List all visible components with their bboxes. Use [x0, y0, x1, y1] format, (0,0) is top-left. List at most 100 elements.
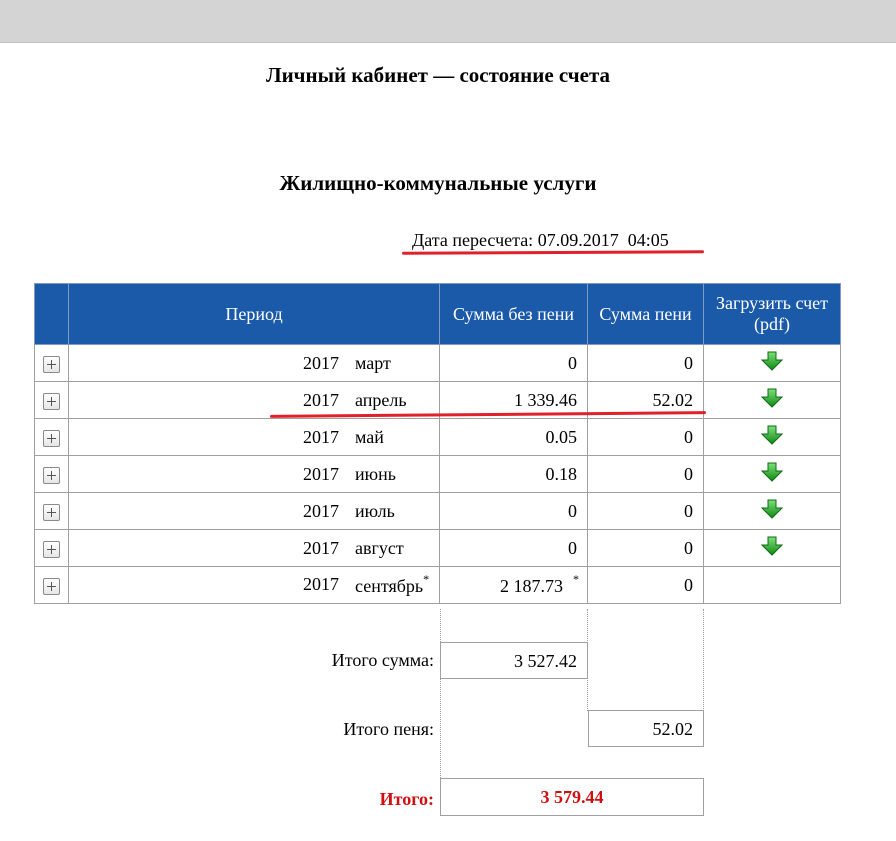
header-period: Период — [68, 283, 440, 345]
sum-value: 0 — [568, 501, 587, 521]
grand-total-label: Итого: — [379, 789, 434, 809]
sum-value: 0.18 — [546, 464, 588, 484]
table-row: 2017 июнь 0.18 0 — [34, 455, 841, 493]
expand-plus-icon[interactable] — [43, 392, 60, 410]
browser-top-bar — [0, 0, 896, 43]
period-month: май — [355, 427, 431, 448]
period-month-text: сентябрь — [355, 575, 424, 596]
period-cell: 2017 март — [68, 344, 440, 382]
penalty-value: 0 — [684, 352, 693, 373]
month-footnote-mark: * — [423, 571, 430, 586]
table-header-row: Период Сумма без пени Сумма пени Загрузи… — [34, 283, 841, 345]
sum-value-text: 2 187.73 — [500, 575, 563, 596]
download-arrow-icon[interactable] — [760, 499, 784, 524]
table-row: 2017 июль 0 0 — [34, 492, 841, 530]
total-penalty-label: Итого пеня: — [343, 719, 434, 739]
penalty-cell: 0 — [587, 418, 704, 456]
penalty-value: 0 — [684, 426, 693, 447]
penalty-value: 0 — [684, 463, 693, 484]
expand-cell — [34, 492, 69, 530]
header-sum: Сумма без пени — [439, 283, 588, 345]
period-year: 2017 — [303, 500, 339, 521]
sum-cell: 0 — [439, 492, 588, 530]
period-month-text: июнь — [355, 463, 396, 484]
expand-cell — [34, 381, 69, 419]
annotation-underline-date — [401, 250, 705, 255]
penalty-cell: 0 — [587, 566, 704, 604]
section-title: Жилищно-коммунальные услуги — [279, 171, 597, 195]
penalty-value: 0 — [684, 537, 693, 558]
expand-plus-icon[interactable] — [43, 429, 60, 447]
recalc-time: 04:05 — [627, 230, 669, 250]
download-cell — [703, 418, 841, 456]
header-expand — [34, 283, 69, 345]
period-year: 2017 — [303, 426, 339, 447]
table-row: 2017 май 0.05 0 — [34, 418, 841, 456]
expand-cell — [34, 418, 69, 456]
sum-cell: 2 187.73 * — [439, 566, 588, 604]
download-arrow-icon[interactable] — [760, 351, 784, 376]
period-month-text: июль — [355, 500, 395, 521]
recalc-date: 07.09.2017 — [537, 230, 619, 250]
download-arrow-icon[interactable] — [760, 462, 784, 487]
sum-value: 0 — [568, 538, 587, 558]
expand-plus-icon[interactable] — [43, 577, 60, 595]
sum-value-text: 0 — [568, 500, 577, 521]
total-sum-label: Итого сумма: — [331, 650, 434, 670]
sum-cell: 0 — [439, 344, 588, 382]
expand-plus-icon[interactable] — [43, 355, 60, 373]
expand-plus-icon[interactable] — [43, 503, 60, 521]
period-cell: 2017 июнь — [68, 455, 440, 493]
recalc-date-line: Дата пересчета: 07.09.2017 04:05 — [412, 230, 669, 251]
expand-cell — [34, 344, 69, 382]
grand-total-value: 3 579.44 — [440, 778, 704, 816]
expand-cell — [34, 566, 69, 604]
download-cell — [703, 566, 841, 604]
penalty-value: 0 — [684, 500, 693, 521]
sum-value: 2 187.73 * — [500, 572, 587, 596]
sum-value: 0 — [568, 353, 587, 373]
download-cell — [703, 529, 841, 567]
expand-cell — [34, 455, 69, 493]
penalty-cell: 0 — [587, 529, 704, 567]
period-month-text: август — [355, 537, 404, 558]
sum-value: 1 339.46 — [514, 390, 587, 410]
totals-divider-left — [440, 609, 441, 644]
expand-cell — [34, 529, 69, 567]
penalty-cell: 0 — [587, 492, 704, 530]
sum-value-text: 0.05 — [545, 426, 578, 447]
header-download: Загрузить счет (pdf) — [703, 283, 841, 345]
download-arrow-icon[interactable] — [760, 425, 784, 450]
sum-value-text: 0 — [568, 537, 577, 558]
sum-cell: 0 — [439, 529, 588, 567]
download-arrow-icon[interactable] — [760, 536, 784, 561]
penalty-cell: 0 — [587, 455, 704, 493]
period-month: июль — [355, 501, 431, 522]
expand-plus-icon[interactable] — [43, 540, 60, 558]
period-year: 2017 — [303, 389, 339, 410]
period-cell: 2017 сентябрь* — [68, 566, 440, 604]
period-month-text: март — [355, 352, 391, 373]
period-year: 2017 — [303, 352, 339, 373]
recalc-label: Дата пересчета: — [412, 230, 534, 250]
download-arrow-icon[interactable] — [760, 388, 784, 413]
total-sum-value: 3 527.42 — [440, 642, 588, 679]
header-penalty: Сумма пени — [587, 283, 704, 345]
table-row: 2017 сентябрь* 2 187.73 * 0 — [34, 566, 841, 604]
period-month-text: май — [355, 426, 384, 447]
sum-value-text: 0.18 — [545, 463, 578, 484]
table-row: 2017 март 0 0 — [34, 344, 841, 382]
period-month: июнь — [355, 464, 431, 485]
sum-cell: 0.18 — [439, 455, 588, 493]
period-month: март — [355, 353, 431, 374]
sum-cell: 0.05 — [439, 418, 588, 456]
expand-plus-icon[interactable] — [43, 466, 60, 484]
download-cell — [703, 344, 841, 382]
sum-value: 0.05 — [546, 427, 588, 447]
penalty-value: 52.02 — [652, 389, 694, 410]
period-cell: 2017 июль — [68, 492, 440, 530]
period-month: сентябрь* — [355, 571, 431, 597]
penalty-value: 0 — [684, 574, 693, 595]
table-row: 2017 август 0 0 — [34, 529, 841, 567]
download-cell — [703, 492, 841, 530]
